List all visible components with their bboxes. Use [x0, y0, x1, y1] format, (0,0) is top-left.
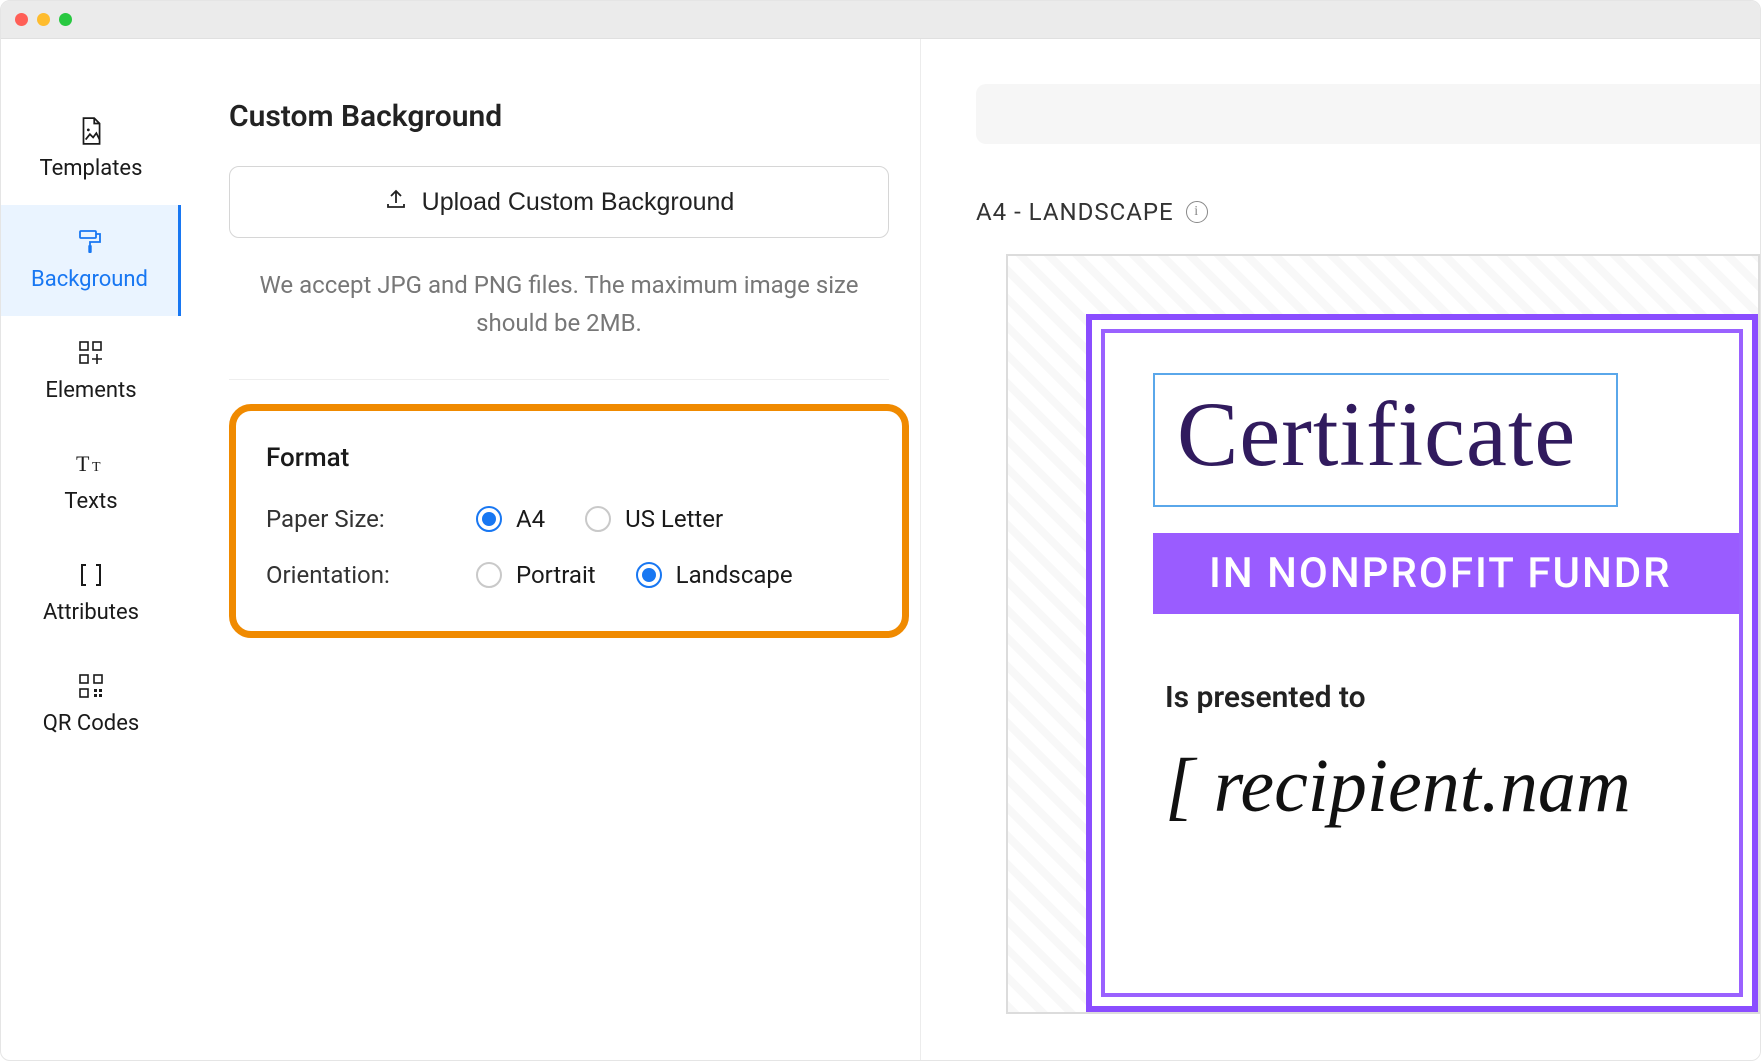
certificate-title-selection[interactable]: Certificate: [1153, 373, 1618, 507]
certificate-border-outer: Certificate IN NONPROFIT FUNDR Is presen…: [1086, 314, 1758, 1012]
panel-title: Custom Background: [229, 99, 880, 134]
window-titlebar: [1, 1, 1760, 39]
paper-size-label: Paper Size:: [266, 505, 476, 533]
certificate-canvas[interactable]: Certificate IN NONPROFIT FUNDR Is presen…: [1006, 254, 1760, 1014]
brackets-icon: [76, 560, 106, 590]
text-size-icon: T T: [76, 449, 106, 479]
certificate-recipient-placeholder[interactable]: [ recipient.nam: [1165, 743, 1739, 830]
sidebar-item-templates[interactable]: Templates: [1, 94, 181, 205]
radio-landscape[interactable]: Landscape: [636, 561, 793, 589]
radio-icon: [476, 562, 502, 588]
orientation-radio-group: Portrait Landscape: [476, 561, 793, 589]
sidebar-item-label: Templates: [40, 156, 143, 181]
sidebar-item-texts[interactable]: T T Texts: [1, 427, 181, 538]
canvas-size-text: A4 - LANDSCAPE: [976, 198, 1174, 226]
sidebar-item-label: Attributes: [43, 600, 139, 625]
sidebar-item-elements[interactable]: Elements: [1, 316, 181, 427]
radio-label: US Letter: [625, 505, 723, 533]
radio-icon: [636, 562, 662, 588]
radio-a4[interactable]: A4: [476, 505, 545, 533]
certificate-title: Certificate: [1177, 383, 1576, 485]
sidebar-item-background[interactable]: Background: [1, 205, 181, 316]
upload-icon: [384, 187, 408, 218]
radio-label: Landscape: [676, 561, 793, 589]
qrcode-icon: [76, 671, 106, 701]
upload-hint: We accept JPG and PNG files. The maximum…: [229, 266, 889, 343]
orientation-row: Orientation: Portrait Landscape: [266, 561, 872, 589]
radio-label: Portrait: [516, 561, 596, 589]
certificate-subtitle-band[interactable]: IN NONPROFIT FUNDR: [1153, 533, 1739, 614]
radio-icon: [585, 506, 611, 532]
format-title: Format: [266, 443, 872, 473]
orientation-label: Orientation:: [266, 561, 476, 589]
info-icon[interactable]: i: [1186, 201, 1208, 223]
file-image-icon: [76, 116, 106, 146]
content-row: Templates Background: [1, 39, 1760, 1060]
canvas-area: A4 - LANDSCAPE i Certificate IN NONPROFI…: [921, 39, 1760, 1060]
radio-portrait[interactable]: Portrait: [476, 561, 596, 589]
upload-background-button[interactable]: Upload Custom Background: [229, 166, 889, 238]
certificate-presented-to[interactable]: Is presented to: [1165, 680, 1739, 715]
sidebar-item-qrcodes[interactable]: QR Codes: [1, 649, 181, 760]
svg-text:T: T: [92, 460, 101, 475]
toolbar-strip: [976, 84, 1760, 144]
svg-text:T: T: [76, 451, 90, 476]
radio-icon: [476, 506, 502, 532]
app-window: Templates Background: [0, 0, 1761, 1061]
close-window-button[interactable]: [15, 13, 28, 26]
certificate-border-inner: Certificate IN NONPROFIT FUNDR Is presen…: [1101, 329, 1743, 997]
left-sidebar: Templates Background: [1, 39, 181, 1060]
maximize-window-button[interactable]: [59, 13, 72, 26]
paper-size-row: Paper Size: A4 US Letter: [266, 505, 872, 533]
radio-us-letter[interactable]: US Letter: [585, 505, 723, 533]
sidebar-item-label: Elements: [45, 378, 136, 403]
sidebar-item-label: Background: [31, 267, 148, 292]
sidebar-item-attributes[interactable]: Attributes: [1, 538, 181, 649]
paint-roller-icon: [75, 227, 105, 257]
upload-button-label: Upload Custom Background: [422, 188, 735, 217]
radio-label: A4: [516, 505, 545, 533]
sidebar-item-label: QR Codes: [43, 711, 139, 736]
sidebar-item-label: Texts: [64, 489, 117, 514]
panel-divider: [229, 379, 889, 380]
settings-panel: Custom Background Upload Custom Backgrou…: [181, 39, 921, 1060]
grid-add-icon: [76, 338, 106, 368]
paper-size-radio-group: A4 US Letter: [476, 505, 723, 533]
format-section-highlight: Format Paper Size: A4 US Letter: [229, 404, 909, 638]
canvas-size-label: A4 - LANDSCAPE i: [976, 198, 1760, 226]
minimize-window-button[interactable]: [37, 13, 50, 26]
